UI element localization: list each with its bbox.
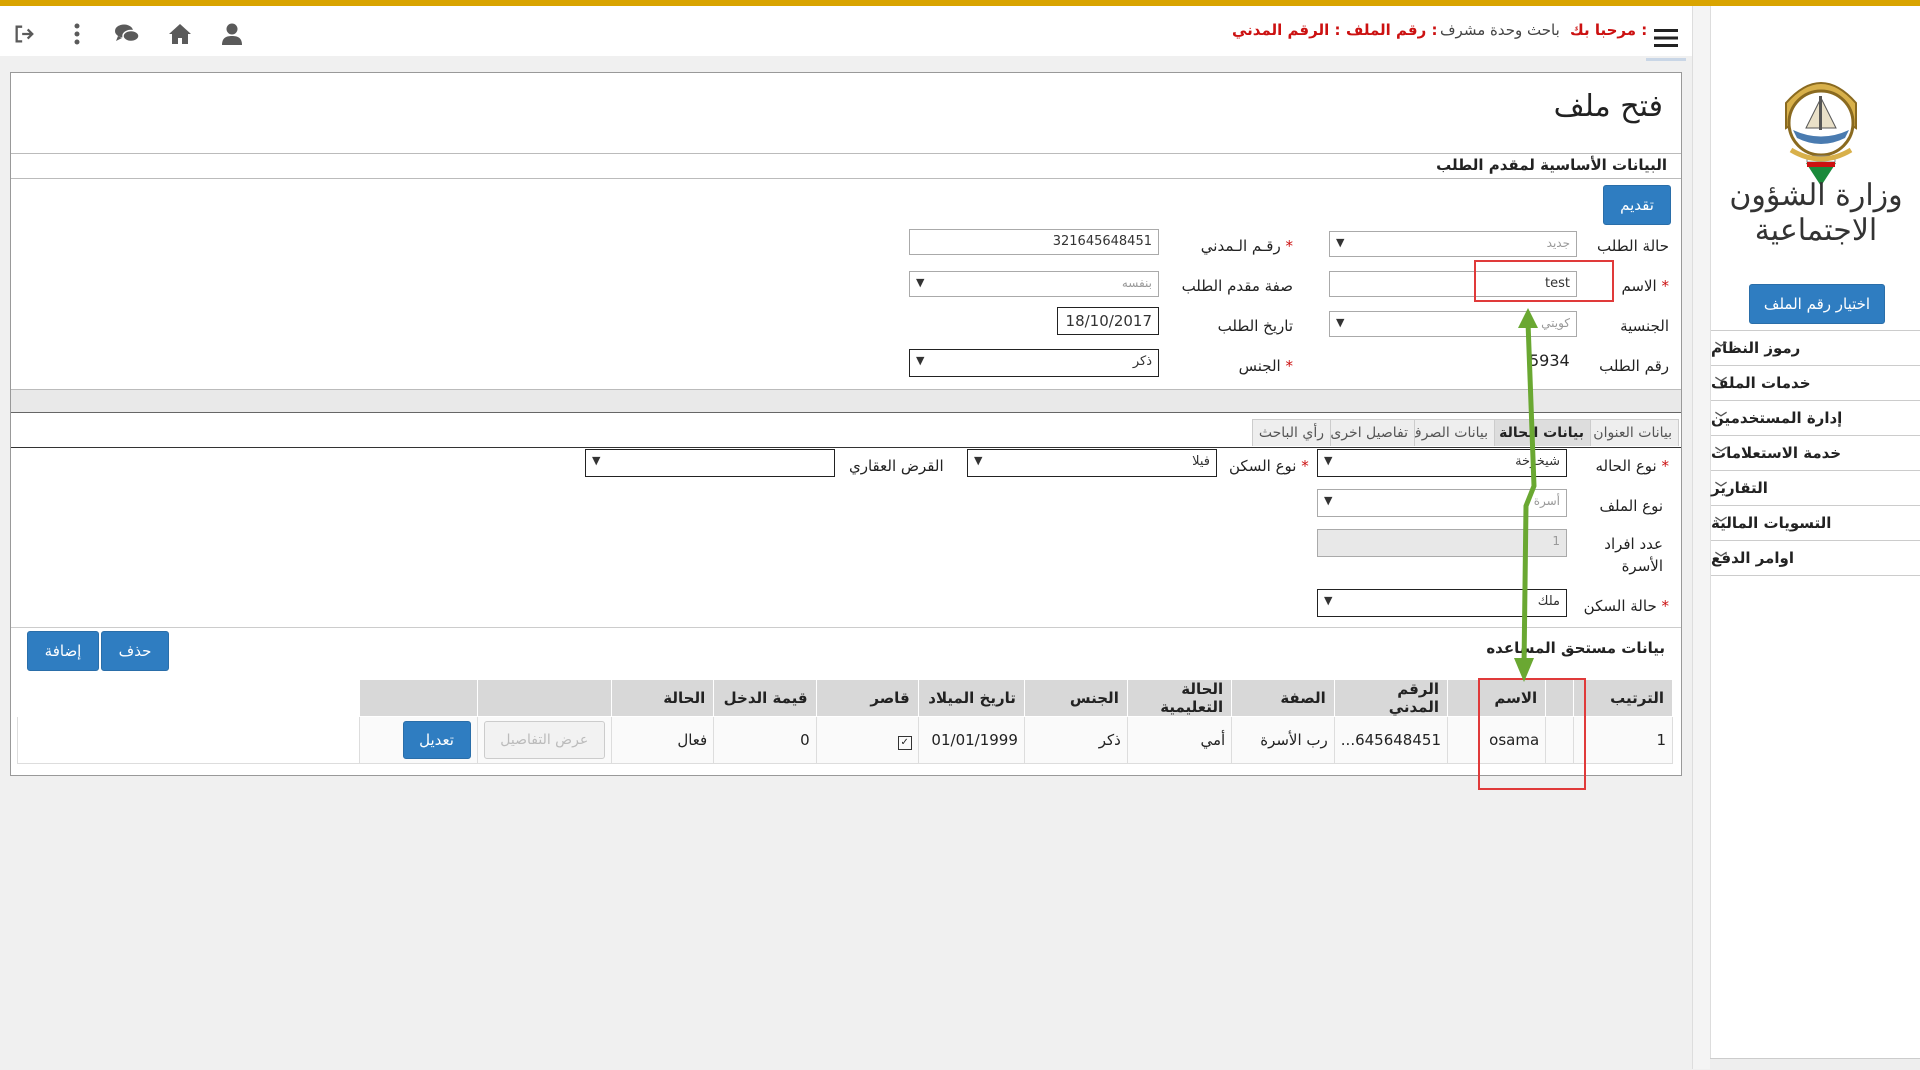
nationality-label: الجنسية (1620, 317, 1669, 335)
table-header-row: الحالة قيمة الدخل قاصر تاريخ الميلاد الج… (17, 679, 1674, 717)
table-row[interactable]: تعديل عرض التفاصيل فعال 0 ✓ 01/01/1999 ذ… (17, 716, 1674, 764)
header-bar: الرقم المدني : رقم الملف : باحث وحدة مشر… (0, 6, 1692, 61)
table-header-capacity: الصفة (1231, 679, 1335, 717)
chevron-down-icon: ﹀ (1715, 446, 1728, 460)
chevron-down-icon: ﹀ (1715, 516, 1728, 530)
table-header-order: الترتيب (1572, 679, 1674, 717)
divider (11, 627, 1681, 628)
sidebar-menu: ﹀ رموز النظام ﹀ خدمات الملف ﹀ إدارة المستخد… (1711, 330, 1920, 576)
main-panel: فتح ملف البيانات الأساسية لمقدم الطلب تق… (10, 72, 1682, 776)
gender-label: * الجنس (1238, 357, 1293, 375)
add-button[interactable]: إضافة (27, 631, 99, 671)
section-divider (11, 389, 1681, 413)
comments-icon[interactable] (113, 20, 141, 48)
sidebar-item-file-services[interactable]: ﹀ خدمات الملف (1711, 365, 1920, 400)
chevron-down-icon: ﹀ (1715, 376, 1728, 390)
housing-type-select[interactable]: ▼ فيلا (967, 449, 1217, 477)
edit-button[interactable]: تعديل (402, 721, 471, 759)
table-header-education: الحالة التعليمية (1126, 679, 1233, 717)
table-header-civil-id: الرقم المدني (1333, 679, 1449, 717)
welcome-user: باحث وحدة مشرف (1440, 21, 1560, 39)
file-number-label: رقم الملف : (1346, 21, 1438, 39)
table-cell-gender: ذكر (1023, 716, 1128, 764)
vertical-scrollbar[interactable] (1692, 6, 1711, 1069)
request-number-label: رقم الطلب (1599, 357, 1669, 375)
table-header-birth-date: تاريخ الميلاد (917, 679, 1025, 717)
horizontal-scrollbar[interactable] (1710, 1058, 1920, 1070)
request-status-select[interactable]: ▼ جديد (1329, 231, 1577, 257)
sidebar-item-inquiries[interactable]: ﹀ خدمة الاستعلامات (1711, 435, 1920, 470)
sidebar-item-financial-settlements[interactable]: ﹀ التسويات المالية (1711, 505, 1920, 540)
table-cell-edit: تعديل (358, 716, 478, 764)
table-cell-income: 0 (713, 716, 817, 764)
applicant-capacity-select[interactable]: ▼ بنفسه (909, 271, 1159, 297)
tab-other-details[interactable]: تفاصيل اخرى (1323, 419, 1415, 446)
table-cell-birth-date: 01/01/1999 (917, 716, 1025, 764)
view-details-button[interactable]: عرض التفاصيل (483, 721, 605, 759)
applicant-capacity-label: صفة مقدم الطلب (1181, 277, 1293, 295)
table-cell-minor: ✓ (815, 716, 919, 764)
civil-id-input[interactable]: 321645648451 (909, 229, 1159, 255)
beneficiaries-table: الحالة قيمة الدخل قاصر تاريخ الميلاد الج… (17, 679, 1674, 764)
gender-select[interactable]: ▼ ذكر (909, 349, 1159, 377)
welcome-label: مرحبا بك : (1570, 21, 1648, 39)
section-basic-data: البيانات الأساسية لمقدم الطلب (11, 153, 1681, 179)
submit-button[interactable]: تقديم (1603, 185, 1671, 225)
table-header-edit (358, 679, 478, 717)
ministry-title: وزارة الشؤون الاجتماعية (1729, 178, 1903, 248)
table-header-empty (17, 679, 360, 717)
sidebar: وزارة الشؤون الاجتماعية اختيار رقم الملف… (1710, 6, 1920, 1069)
tab-researcher-opinion[interactable]: رأي الباحث (1251, 419, 1331, 446)
request-status-label: حالة الطلب (1597, 237, 1669, 255)
table-cell-empty (17, 716, 360, 764)
file-type-label: نوع الملف (1599, 497, 1663, 515)
highlight-name-cell (1478, 678, 1586, 790)
housing-type-label: * نوع السكن (1229, 457, 1309, 475)
table-header-details (476, 679, 612, 717)
more-vertical-icon[interactable] (63, 20, 91, 48)
table-header-status: الحالة (610, 679, 715, 717)
page-title: فتح ملف (1553, 89, 1663, 124)
table-cell-order: 1 (1572, 716, 1674, 764)
case-type-label: * نوع الحاله (1595, 457, 1669, 475)
table-header-minor: قاصر (815, 679, 919, 717)
table-cell-education: أمي (1126, 716, 1233, 764)
home-icon[interactable] (166, 20, 194, 48)
real-estate-loan-label: القرض العقاري (849, 457, 944, 475)
civil-id-label: الرقم المدني : (1232, 21, 1341, 39)
kuwait-emblem-icon (1785, 82, 1857, 186)
sidebar-item-system-codes[interactable]: ﹀ رموز النظام (1711, 330, 1920, 365)
family-count-label: عدد افراد الأسرة (1604, 535, 1663, 575)
annotation-arrow-icon (1514, 308, 1538, 682)
chevron-down-icon: ﹀ (1715, 481, 1728, 495)
minor-checkbox[interactable]: ✓ (897, 735, 912, 750)
housing-status-label: * حالة السكن (1583, 597, 1669, 615)
user-icon[interactable] (218, 20, 246, 48)
request-date-input[interactable]: 18/10/2017 (1057, 307, 1159, 335)
table-cell-details: عرض التفاصيل (476, 716, 612, 764)
table-cell-capacity: رب الأسرة (1231, 716, 1335, 764)
request-date-label: تاريخ الطلب (1217, 317, 1293, 335)
table-header-income: قيمة الدخل (713, 679, 817, 717)
select-file-button[interactable]: اختيار رقم الملف (1749, 284, 1885, 324)
chevron-down-icon: ﹀ (1715, 411, 1728, 425)
table-cell-civil-id: 645648451... (1333, 716, 1449, 764)
table-cell-status: فعال (610, 716, 715, 764)
sidebar-item-reports[interactable]: ﹀ التقارير (1711, 470, 1920, 505)
chevron-down-icon: ﹀ (1715, 341, 1728, 355)
highlight-name-input (1474, 260, 1614, 302)
tabs-bar: بيانات العنوان بيانات الحالة بيانات الصر… (11, 413, 1681, 448)
name-label: * الاسم (1621, 277, 1669, 295)
real-estate-loan-select[interactable]: ▼ (585, 449, 835, 477)
civil-id-label: * رقـم الـمدني (1200, 237, 1293, 255)
delete-button[interactable]: حذف (101, 631, 169, 671)
sidebar-item-payment-orders[interactable]: ﹀ اوامر الدفع (1711, 540, 1920, 576)
logout-icon[interactable] (10, 20, 38, 48)
hamburger-menu-icon[interactable] (1646, 18, 1686, 61)
chevron-down-icon: ﹀ (1715, 551, 1728, 565)
table-header-gender: الجنس (1023, 679, 1128, 717)
tab-address-data[interactable]: بيانات العنوان (1586, 419, 1679, 446)
sidebar-item-user-management[interactable]: ﹀ إدارة المستخدمين (1711, 400, 1920, 435)
